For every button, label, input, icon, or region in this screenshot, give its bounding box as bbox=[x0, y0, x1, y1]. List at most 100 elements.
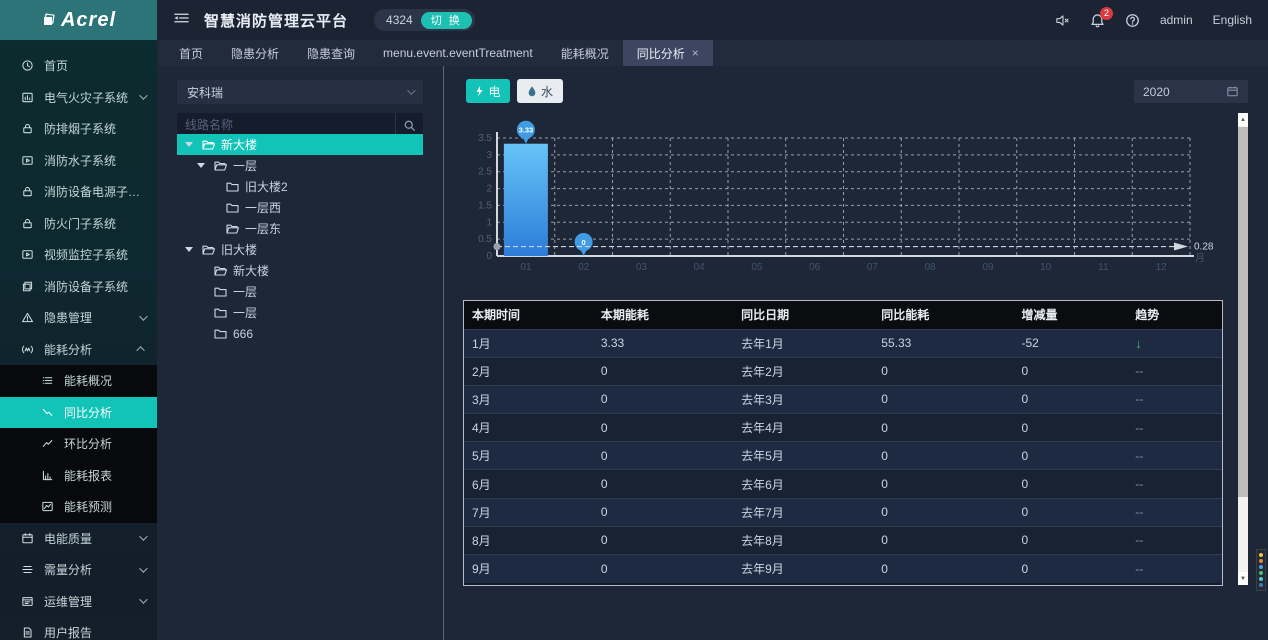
chevron-down-icon bbox=[407, 86, 415, 94]
table-cell: -- bbox=[1127, 414, 1222, 442]
table-cell: -52 bbox=[1014, 329, 1128, 357]
sidebar-item[interactable]: 需量分析 bbox=[0, 554, 157, 586]
sidebar-item[interactable]: 视频监控子系统 bbox=[0, 239, 157, 271]
caret-down-icon[interactable] bbox=[185, 247, 193, 252]
caret-down-icon[interactable] bbox=[185, 142, 193, 147]
speaker-mute-icon[interactable] bbox=[1055, 13, 1070, 28]
bell-icon[interactable]: 2 bbox=[1090, 13, 1105, 28]
scrollbar-thumb[interactable] bbox=[1238, 127, 1248, 497]
tab[interactable]: 首页 bbox=[165, 40, 217, 66]
table-cell: 0 bbox=[1014, 526, 1128, 554]
tree-node[interactable]: 一层 bbox=[177, 302, 423, 323]
tab[interactable]: 隐患查询 bbox=[293, 40, 369, 66]
sidebar-item[interactable]: 运维管理 bbox=[0, 586, 157, 618]
project-select[interactable]: 安科瑞 bbox=[177, 80, 423, 104]
table-cell: 0 bbox=[873, 357, 1013, 385]
sidebar-subitem-label: 能耗报表 bbox=[64, 467, 112, 484]
tree-node[interactable]: 新大楼 bbox=[177, 134, 423, 155]
sidebar-item-label: 用户报告 bbox=[44, 624, 92, 640]
chevron-down-icon bbox=[139, 92, 147, 100]
tab[interactable]: 隐患分析 bbox=[217, 40, 293, 66]
color-dot bbox=[1259, 553, 1263, 557]
folder-open-icon bbox=[201, 244, 216, 256]
table-cell: 0 bbox=[873, 526, 1013, 554]
tree-node-label: 一层西 bbox=[245, 199, 281, 216]
sidebar-item[interactable]: 电气火灾子系统 bbox=[0, 82, 157, 114]
tree-node[interactable]: 新大楼 bbox=[177, 260, 423, 281]
table-cell: -- bbox=[1127, 526, 1222, 554]
sidebar-item-label: 消防水子系统 bbox=[44, 152, 116, 169]
scroll-up-arrow-icon[interactable]: ▲ bbox=[1238, 113, 1248, 126]
year-picker[interactable]: 2020 bbox=[1134, 80, 1248, 103]
tree-node[interactable]: 一层西 bbox=[177, 197, 423, 218]
sidebar-item[interactable]: 用户报告 bbox=[0, 617, 157, 640]
table-column-header: 同比日期 bbox=[733, 301, 873, 329]
sidebar-item[interactable]: 隐患管理 bbox=[0, 302, 157, 334]
sidebar-item[interactable]: 能耗分析 bbox=[0, 334, 157, 366]
tree-node[interactable]: 666 bbox=[177, 323, 423, 344]
sidebar-subitem[interactable]: 能耗预测 bbox=[0, 491, 157, 523]
folder-open-icon bbox=[201, 139, 216, 151]
table-row: 8月0去年8月00-- bbox=[464, 526, 1222, 554]
vertical-scrollbar[interactable]: ▲ ▼ bbox=[1238, 113, 1248, 585]
tab[interactable]: menu.event.eventTreatment bbox=[369, 40, 547, 66]
table-cell: 0 bbox=[1014, 498, 1128, 526]
help-icon[interactable] bbox=[1125, 13, 1140, 28]
table-cell: 0 bbox=[593, 526, 733, 554]
tree-node-label: 一层 bbox=[233, 157, 257, 174]
sidebar-subitem-label: 能耗预测 bbox=[64, 498, 112, 515]
tree-node[interactable]: 旧大楼2 bbox=[177, 176, 423, 197]
water-tab-label: 水 bbox=[541, 83, 553, 100]
water-tab-button[interactable]: 水 bbox=[517, 79, 563, 103]
sidebar-item-label: 需量分析 bbox=[44, 561, 92, 578]
calendar-icon bbox=[1226, 85, 1239, 98]
tab-label: 隐患查询 bbox=[307, 45, 355, 62]
tree-node[interactable]: 旧大楼 bbox=[177, 239, 423, 260]
sidebar-subitem-label: 环比分析 bbox=[64, 435, 112, 452]
tree-node[interactable]: 一层 bbox=[177, 155, 423, 176]
svg-text:09: 09 bbox=[982, 262, 994, 273]
tab-close-icon[interactable]: × bbox=[692, 47, 699, 59]
tab[interactable]: 同比分析× bbox=[623, 40, 713, 66]
switch-button[interactable]: 切 换 bbox=[421, 12, 472, 29]
sidebar-item[interactable]: 消防设备电源子系统 bbox=[0, 176, 157, 208]
sidebar-item[interactable]: 防火门子系统 bbox=[0, 208, 157, 240]
sidebar-item[interactable]: 消防设备子系统 bbox=[0, 271, 157, 303]
caret-down-icon[interactable] bbox=[197, 163, 205, 168]
table-cell: 7月 bbox=[464, 498, 593, 526]
comparison-bar-chart: 00.511.522.533.5010203040506070809101112… bbox=[466, 108, 1226, 280]
tree-node[interactable]: 一层 bbox=[177, 281, 423, 302]
sidebar-menu: 首页电气火灾子系统防排烟子系统消防水子系统消防设备电源子系统防火门子系统视频监控… bbox=[0, 40, 157, 640]
sidebar-subitem[interactable]: 能耗概况 bbox=[0, 365, 157, 397]
svg-text:02: 02 bbox=[578, 262, 590, 273]
tab[interactable]: 能耗概况 bbox=[547, 40, 623, 66]
sidebar-item[interactable]: 电能质量 bbox=[0, 523, 157, 555]
electric-tab-button[interactable]: 电 bbox=[466, 79, 510, 103]
sidebar-item[interactable]: 防排烟子系统 bbox=[0, 113, 157, 145]
table-row: 6月0去年6月00-- bbox=[464, 470, 1222, 498]
color-dot bbox=[1259, 559, 1263, 563]
lock-icon bbox=[20, 122, 34, 136]
sidebar-subitem[interactable]: 环比分析 bbox=[0, 428, 157, 460]
bar-month-01[interactable] bbox=[504, 144, 548, 256]
search-icon bbox=[403, 119, 416, 132]
sidebar-subitem[interactable]: 同比分析 bbox=[0, 397, 157, 429]
sidebar-item[interactable]: 首页 bbox=[0, 50, 157, 82]
svg-text:03: 03 bbox=[636, 262, 648, 273]
sidebar-item-label: 隐患管理 bbox=[44, 309, 92, 326]
sidebar-subitem[interactable]: 能耗报表 bbox=[0, 460, 157, 492]
acrel-logo-icon bbox=[41, 13, 55, 27]
language-switch[interactable]: English bbox=[1213, 13, 1252, 27]
table-cell: 9月 bbox=[464, 555, 593, 583]
username[interactable]: admin bbox=[1160, 13, 1193, 27]
collapse-menu-icon[interactable] bbox=[173, 11, 190, 30]
table-cell: 3.33 bbox=[593, 329, 733, 357]
table-cell: 0 bbox=[873, 442, 1013, 470]
sidebar-item[interactable]: 消防水子系统 bbox=[0, 145, 157, 177]
table-row: 5月0去年5月00-- bbox=[464, 442, 1222, 470]
table-row: 2月0去年2月00-- bbox=[464, 357, 1222, 385]
table-cell: 0 bbox=[1014, 442, 1128, 470]
chevron-down-icon bbox=[139, 596, 147, 604]
tree-node[interactable]: 一层东 bbox=[177, 218, 423, 239]
scroll-down-arrow-icon[interactable]: ▼ bbox=[1238, 572, 1248, 585]
